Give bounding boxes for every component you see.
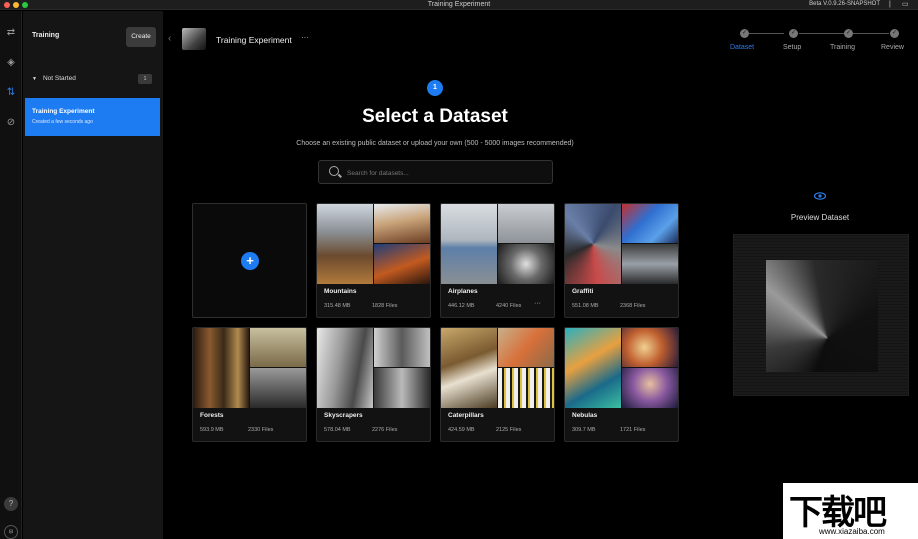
dataset-card-airplanes[interactable]: Airplanes 446.12 MB 4240 Files ··· bbox=[440, 203, 555, 318]
feedback-icon[interactable]: ▭ bbox=[902, 1, 909, 9]
create-button[interactable]: Create bbox=[126, 27, 156, 47]
dataset-files: 2125 Files bbox=[496, 427, 522, 433]
dataset-name: Nebulas bbox=[572, 412, 598, 419]
step-number-badge: 1 bbox=[427, 80, 443, 96]
step-dot-review[interactable]: ✓ bbox=[890, 29, 899, 38]
dataset-card-forests[interactable]: Forests 593.9 MB 2330 Files bbox=[192, 327, 307, 442]
preview-canvas bbox=[733, 234, 909, 396]
search-icon bbox=[329, 166, 339, 176]
icon-rail: ⇄ ◈ ⇅ ⊘ ? ⊟ bbox=[0, 11, 22, 539]
step-connector bbox=[749, 33, 784, 34]
dataset-card-graffiti[interactable]: Graffiti 551.08 MB 2368 Files bbox=[564, 203, 679, 318]
dataset-files: 1828 Files bbox=[372, 303, 398, 309]
add-icon[interactable]: + bbox=[241, 252, 259, 270]
step-connector bbox=[853, 33, 889, 34]
experiment-more-icon[interactable]: ··· bbox=[301, 33, 309, 42]
version-label: Beta V.0.9.26-SNAPSHOT bbox=[809, 1, 880, 7]
step-dot-setup[interactable]: ✓ bbox=[789, 29, 798, 38]
dataset-name: Mountains bbox=[324, 288, 357, 295]
dataset-size: 578.04 MB bbox=[324, 427, 351, 433]
dataset-files: 4240 Files bbox=[496, 303, 522, 309]
dataset-more-icon[interactable]: ··· bbox=[534, 300, 541, 307]
eye-icon bbox=[814, 192, 826, 200]
window-title: Training Experiment bbox=[427, 1, 491, 8]
tab-training[interactable]: Training bbox=[830, 44, 855, 51]
sidebar: Training Create ▼ Not Started 1 Training … bbox=[23, 11, 163, 539]
sidebar-title: Training bbox=[32, 32, 60, 39]
help-icon[interactable]: ? bbox=[4, 497, 18, 511]
preview-title: Preview Dataset bbox=[790, 213, 850, 222]
dataset-thumbnails bbox=[193, 328, 306, 408]
group-header-not-started[interactable]: ▼ Not Started bbox=[32, 75, 76, 82]
watermark-url: www.xiazaiba.com bbox=[819, 527, 885, 536]
page-title: Select a Dataset bbox=[362, 106, 508, 127]
dataset-card-nebulas[interactable]: Nebulas 309.7 MB 1721 Files bbox=[564, 327, 679, 442]
caret-down-icon: ▼ bbox=[32, 76, 37, 82]
dataset-name: Caterpillars bbox=[448, 412, 484, 419]
dataset-size: 424.59 MB bbox=[448, 427, 475, 433]
swap-icon[interactable]: ⇄ bbox=[3, 25, 19, 41]
dataset-name: Graffiti bbox=[572, 288, 594, 295]
dataset-size: 593.9 MB bbox=[200, 427, 224, 433]
dataset-size: 315.48 MB bbox=[324, 303, 351, 309]
link-icon[interactable]: ⊘ bbox=[3, 115, 19, 131]
dataset-card-caterpillars[interactable]: Caterpillars 424.59 MB 2125 Files bbox=[440, 327, 555, 442]
dataset-card-skyscrapers[interactable]: Skyscrapers 578.04 MB 2276 Files bbox=[316, 327, 431, 442]
preview-image bbox=[766, 260, 878, 372]
divider-icon: | bbox=[889, 1, 891, 8]
dataset-thumbnails bbox=[441, 328, 554, 408]
dataset-name: Airplanes bbox=[448, 288, 478, 295]
dataset-size: 309.7 MB bbox=[572, 427, 596, 433]
training-icon[interactable]: ⇅ bbox=[3, 85, 19, 101]
upload-dataset-card[interactable]: + bbox=[192, 203, 307, 318]
back-chevron-icon[interactable]: ‹ bbox=[168, 33, 171, 44]
dataset-card-mountains[interactable]: Mountains 315.48 MB 1828 Files bbox=[316, 203, 431, 318]
page-subtitle: Choose an existing public dataset or upl… bbox=[296, 140, 574, 147]
dataset-name: Forests bbox=[200, 412, 224, 419]
tab-dataset[interactable]: Dataset bbox=[730, 44, 754, 51]
sidebar-item-training-experiment[interactable]: Training Experiment Created a few second… bbox=[25, 98, 160, 136]
dataset-search bbox=[318, 160, 553, 184]
dataset-thumbnails bbox=[565, 204, 678, 284]
search-input[interactable] bbox=[347, 165, 547, 181]
title-bar: Training Experiment Beta V.0.9.26-SNAPSH… bbox=[0, 0, 918, 10]
dataset-thumbnails bbox=[441, 204, 554, 284]
dataset-size: 446.12 MB bbox=[448, 303, 475, 309]
sidebar-item-subtitle: Created a few seconds ago bbox=[32, 119, 93, 125]
dataset-thumbnails bbox=[565, 328, 678, 408]
watermark: 下载吧 www.xiazaiba.com bbox=[783, 483, 918, 539]
experiment-title[interactable]: Training Experiment bbox=[216, 35, 292, 45]
tab-review[interactable]: Review bbox=[881, 44, 904, 51]
step-dot-training[interactable]: ✓ bbox=[844, 29, 853, 38]
dataset-files: 2330 Files bbox=[248, 427, 274, 433]
dataset-files: 1721 Files bbox=[620, 427, 646, 433]
tab-setup[interactable]: Setup bbox=[783, 44, 801, 51]
experiment-thumbnail bbox=[182, 28, 206, 50]
group-label: Not Started bbox=[42, 75, 76, 82]
dataset-files: 2276 Files bbox=[372, 427, 398, 433]
dataset-files: 2368 Files bbox=[620, 303, 646, 309]
group-count-badge: 1 bbox=[138, 74, 152, 84]
dataset-size: 551.08 MB bbox=[572, 303, 599, 309]
account-icon[interactable]: ⊟ bbox=[4, 525, 18, 539]
sidebar-item-title: Training Experiment bbox=[32, 108, 95, 115]
dataset-thumbnails bbox=[317, 328, 430, 408]
step-connector bbox=[799, 33, 844, 34]
layers-icon[interactable]: ◈ bbox=[3, 55, 19, 71]
step-dot-dataset[interactable]: ✓ bbox=[740, 29, 749, 38]
wizard-stepper: ✓ ✓ ✓ ✓ Dataset Setup Training Review bbox=[726, 28, 916, 58]
dataset-name: Skyscrapers bbox=[324, 412, 363, 419]
dataset-thumbnails bbox=[317, 204, 430, 284]
